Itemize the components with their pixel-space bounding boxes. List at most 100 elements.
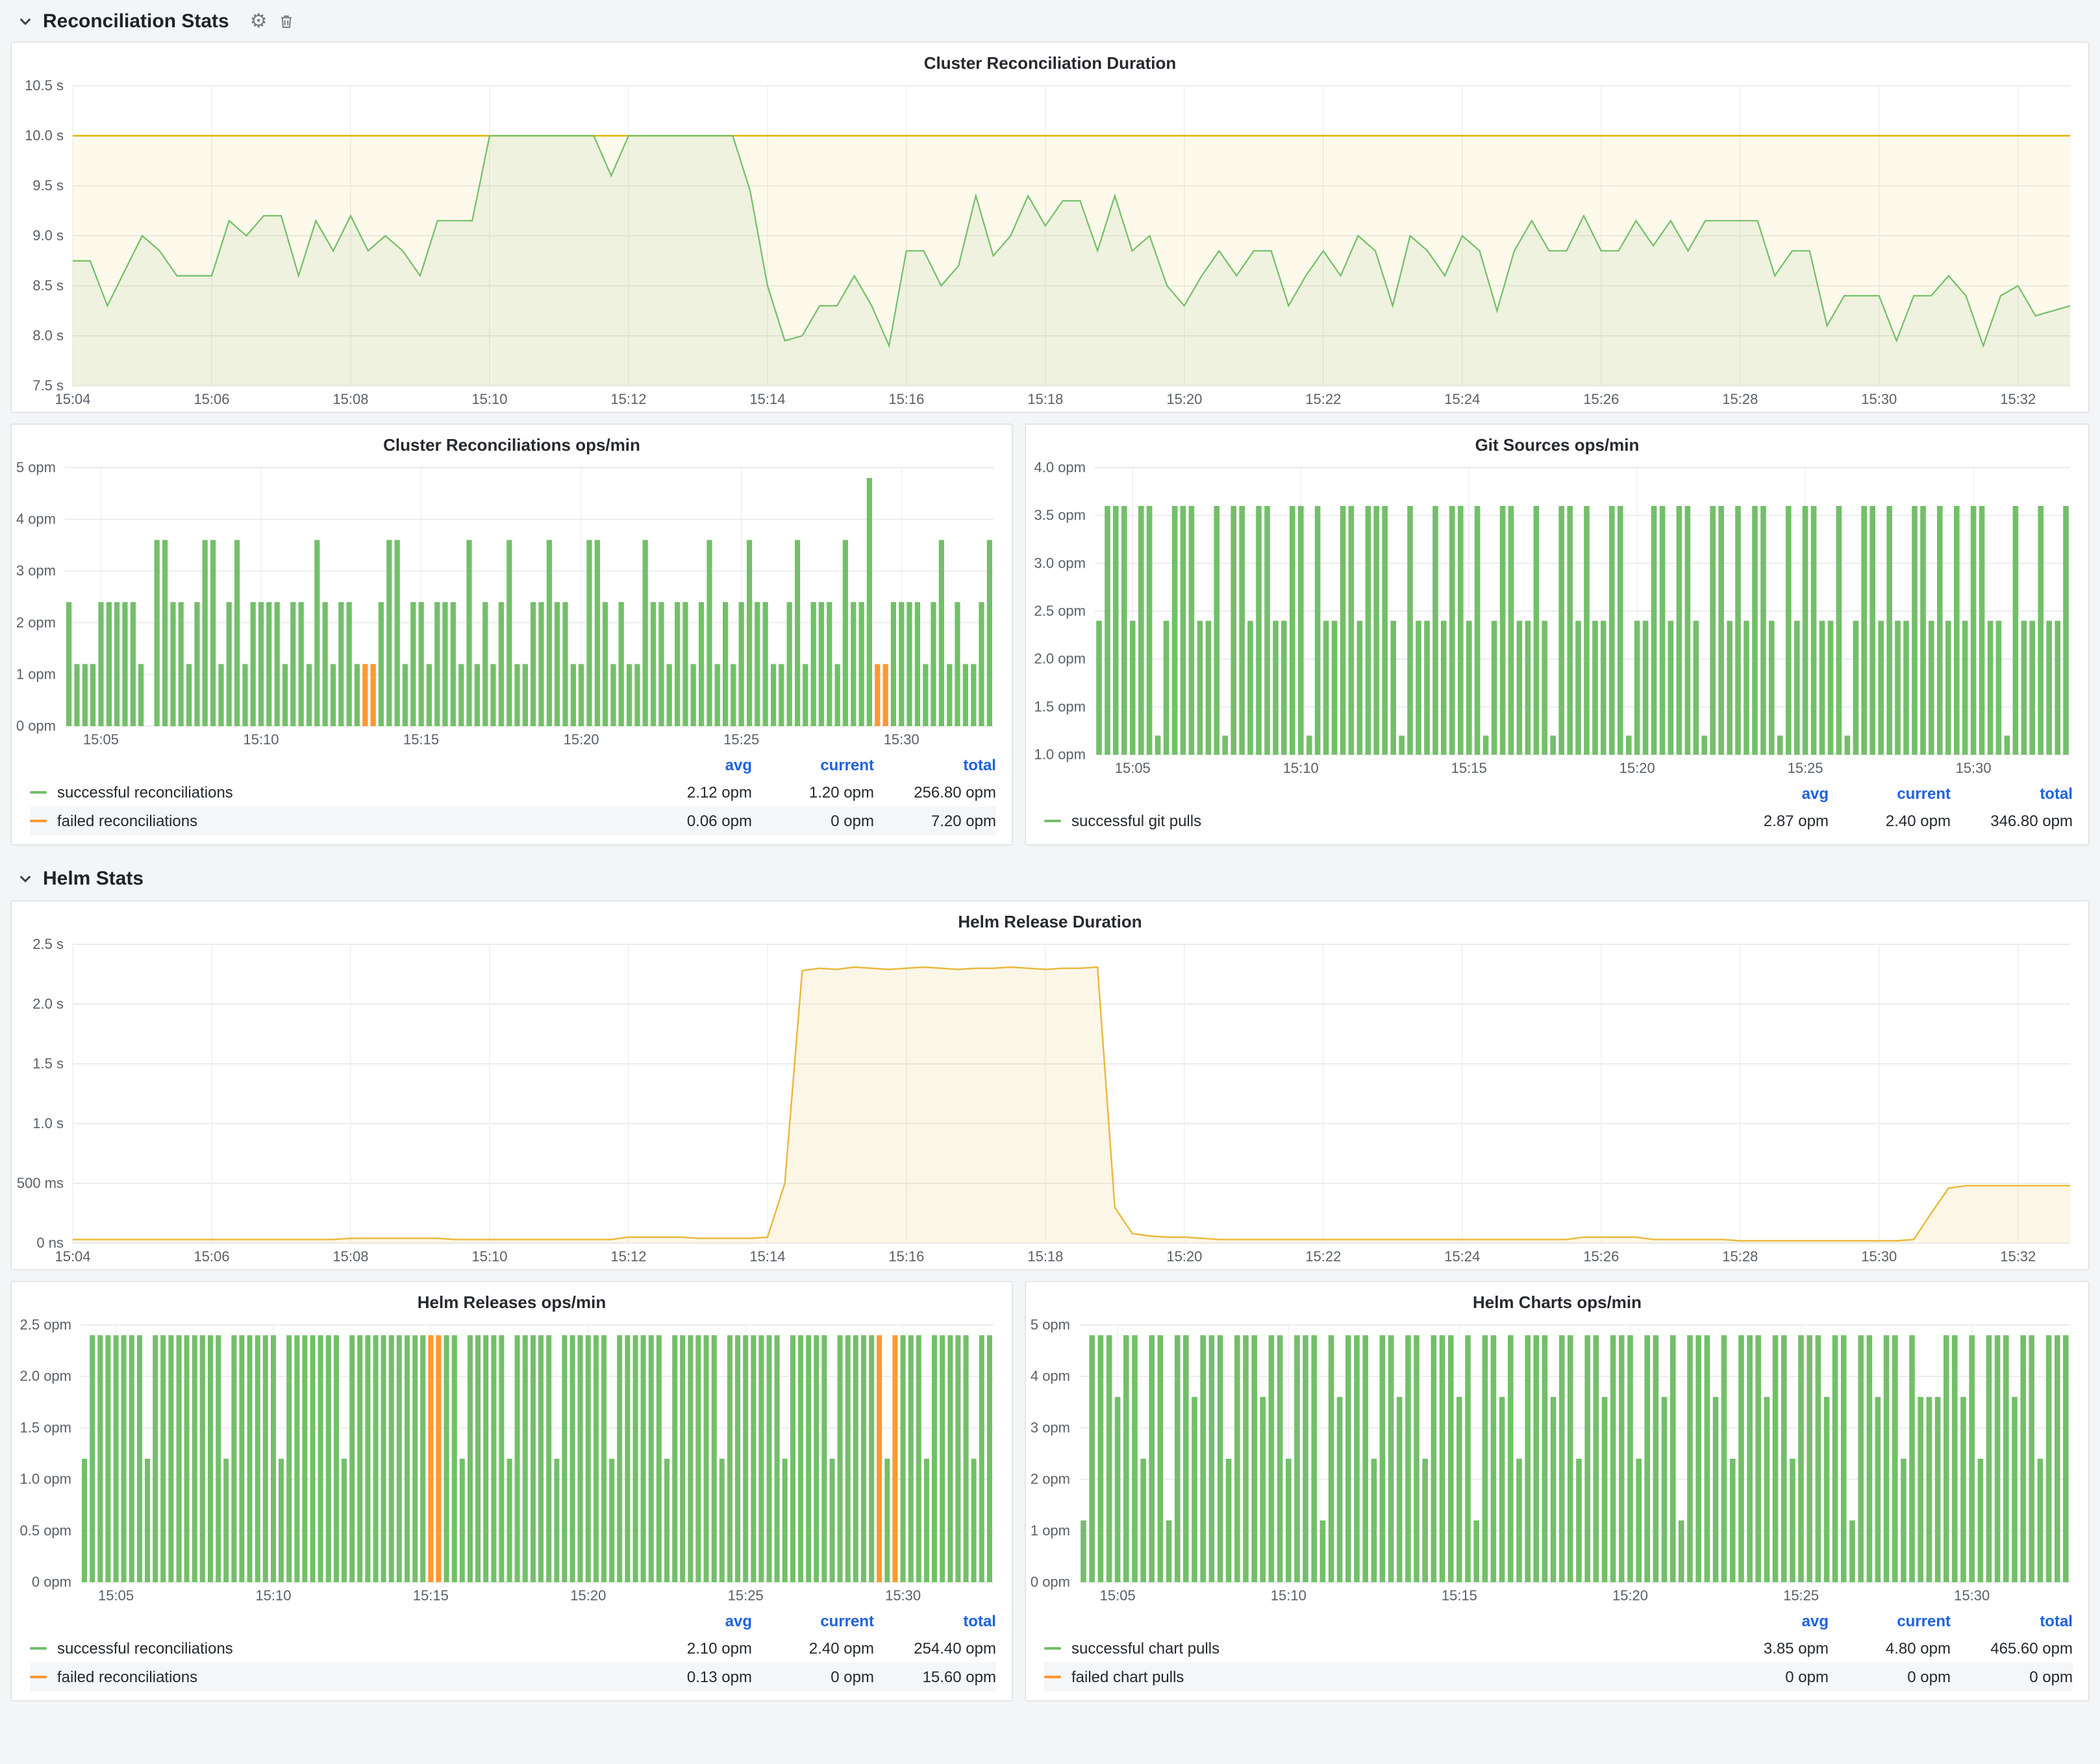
svg-text:500 ms: 500 ms	[17, 1175, 64, 1191]
avg-value: 0 opm	[1706, 1668, 1829, 1686]
total-value: 346.80 opm	[1951, 812, 2073, 830]
svg-text:15:12: 15:12	[610, 391, 646, 407]
svg-text:15:22: 15:22	[1305, 391, 1341, 407]
svg-text:9.0 s: 9.0 s	[32, 227, 64, 244]
series-name[interactable]: successful reconciliations	[57, 783, 233, 801]
legend: avg current total successful reconciliat…	[12, 1608, 1012, 1700]
svg-text:15:25: 15:25	[728, 1587, 764, 1604]
svg-text:15:30: 15:30	[1861, 1248, 1897, 1265]
legend-col-total[interactable]: total	[874, 1612, 996, 1630]
svg-text:15:10: 15:10	[1271, 1587, 1306, 1604]
avg-value: 3.85 opm	[1706, 1639, 1829, 1657]
svg-text:15:24: 15:24	[1444, 1248, 1480, 1265]
svg-text:15:15: 15:15	[1442, 1587, 1477, 1604]
svg-text:15:20: 15:20	[1166, 1248, 1202, 1265]
svg-text:1.0 s: 1.0 s	[32, 1115, 64, 1131]
svg-text:3.5 opm: 3.5 opm	[1034, 507, 1086, 523]
panel-title-cluster-reconciliation-duration[interactable]: Cluster Reconciliation Duration	[12, 43, 2088, 75]
svg-text:15:10: 15:10	[1283, 760, 1319, 776]
series-name[interactable]: failed chart pulls	[1071, 1668, 1184, 1686]
svg-text:15:05: 15:05	[98, 1587, 134, 1604]
svg-text:2.5 opm: 2.5 opm	[20, 1317, 72, 1333]
legend-col-total[interactable]: total	[1951, 785, 2073, 803]
total-value: 7.20 opm	[874, 812, 996, 830]
svg-text:15:14: 15:14	[749, 391, 785, 407]
section-title-helm[interactable]: Helm Stats	[43, 867, 144, 889]
svg-text:15:06: 15:06	[194, 1248, 229, 1265]
series-color-mark	[30, 1647, 47, 1650]
panel-title-helm-releases-opm[interactable]: Helm Releases ops/min	[12, 1282, 1012, 1315]
legend-header: avg current total	[30, 752, 996, 778]
helm-release-duration-chart[interactable]: 0 ns500 ms1.0 s1.5 s2.0 s2.5 s15:0415:06…	[12, 934, 2088, 1269]
cluster-reconciliation-duration-chart[interactable]: 7.5 s8.0 s8.5 s9.0 s9.5 s10.0 s10.5 s15:…	[12, 75, 2088, 412]
svg-text:15:12: 15:12	[610, 1248, 646, 1265]
series-color-mark	[1044, 1676, 1061, 1678]
legend-col-avg[interactable]: avg	[1706, 785, 1829, 803]
panel-git-sources-opm: Git Sources ops/min 1.0 opm1.5 opm2.0 op…	[1025, 423, 2090, 846]
section-helm-stats: Helm Stats	[0, 856, 2100, 900]
svg-text:1 opm: 1 opm	[16, 666, 56, 682]
svg-text:15:04: 15:04	[55, 1248, 90, 1265]
legend-col-current[interactable]: current	[1829, 785, 1951, 803]
series-name[interactable]: failed reconciliations	[57, 1668, 197, 1686]
svg-text:15:20: 15:20	[1619, 760, 1655, 776]
svg-text:15:22: 15:22	[1305, 1248, 1341, 1265]
legend-col-avg[interactable]: avg	[630, 756, 752, 774]
svg-text:15:05: 15:05	[1100, 1587, 1136, 1604]
panel-title-helm-charts-opm[interactable]: Helm Charts ops/min	[1026, 1282, 2088, 1315]
svg-text:5 opm: 5 opm	[1031, 1317, 1070, 1333]
legend-col-avg[interactable]: avg	[1706, 1612, 1829, 1630]
legend-col-current[interactable]: current	[752, 1612, 874, 1630]
legend-header: avg current total	[30, 1608, 996, 1634]
legend-col-total[interactable]: total	[1951, 1612, 2073, 1630]
helm-charts-opm-chart[interactable]: 0 opm1 opm2 opm3 opm4 opm5 opm15:0515:10…	[1026, 1315, 2088, 1608]
gear-icon[interactable]: ⚙	[250, 11, 268, 31]
chevron-down-icon[interactable]	[18, 14, 32, 28]
legend-col-avg[interactable]: avg	[630, 1612, 752, 1630]
series-color-mark	[30, 820, 47, 822]
svg-text:4.0 opm: 4.0 opm	[1034, 459, 1086, 475]
legend-col-current[interactable]: current	[752, 756, 874, 774]
panel-title-git-sources-opm[interactable]: Git Sources ops/min	[1026, 425, 2088, 457]
svg-text:15:18: 15:18	[1027, 391, 1063, 407]
total-value: 15.60 opm	[874, 1668, 996, 1686]
series-name[interactable]: successful reconciliations	[57, 1639, 233, 1657]
svg-text:1 opm: 1 opm	[1031, 1522, 1070, 1539]
svg-text:15:10: 15:10	[243, 731, 279, 748]
current-value: 0 opm	[1829, 1668, 1951, 1686]
svg-text:2.0 opm: 2.0 opm	[1034, 651, 1086, 667]
chevron-down-icon[interactable]	[18, 871, 32, 885]
legend: avg current total successful git pulls 2…	[1026, 781, 2088, 844]
trash-icon[interactable]	[278, 12, 295, 29]
series-color-mark	[1044, 820, 1061, 822]
section-reconciliation-stats: Reconciliation Stats ⚙	[0, 0, 2100, 42]
svg-text:4 opm: 4 opm	[16, 511, 56, 527]
svg-text:15:32: 15:32	[2000, 1248, 2036, 1265]
svg-text:15:16: 15:16	[888, 1248, 924, 1265]
legend-row-failed-reconciliations: failed reconciliations 0.13 opm 0 opm 15…	[30, 1663, 996, 1691]
helm-releases-opm-chart[interactable]: 0 opm0.5 opm1.0 opm1.5 opm2.0 opm2.5 opm…	[12, 1315, 1012, 1608]
svg-text:3 opm: 3 opm	[1031, 1419, 1070, 1435]
svg-text:2.5 opm: 2.5 opm	[1034, 603, 1086, 619]
svg-text:10.5 s: 10.5 s	[25, 77, 64, 94]
svg-text:15:25: 15:25	[1788, 760, 1823, 776]
section-title-reconciliation[interactable]: Reconciliation Stats	[43, 10, 229, 32]
panel-cluster-reconciliation-duration: Cluster Reconciliation Duration 7.5 s8.0…	[10, 42, 2090, 413]
cluster-reconciliations-opm-chart[interactable]: 0 opm1 opm2 opm3 opm4 opm5 opm15:0515:10…	[12, 457, 1012, 752]
series-name[interactable]: failed reconciliations	[57, 812, 197, 830]
total-value: 0 opm	[1951, 1668, 2073, 1686]
panel-helm-release-duration: Helm Release Duration 0 ns500 ms1.0 s1.5…	[10, 900, 2090, 1270]
git-sources-opm-chart[interactable]: 1.0 opm1.5 opm2.0 opm2.5 opm3.0 opm3.5 o…	[1026, 457, 2088, 781]
series-name[interactable]: successful git pulls	[1071, 812, 1201, 830]
panel-title-helm-release-duration[interactable]: Helm Release Duration	[12, 901, 2088, 934]
legend-col-current[interactable]: current	[1829, 1612, 1951, 1630]
legend-row-failed-reconciliations: failed reconciliations 0.06 opm 0 opm 7.…	[30, 807, 996, 835]
svg-text:3.0 opm: 3.0 opm	[1034, 555, 1086, 571]
legend-col-total[interactable]: total	[874, 756, 996, 774]
svg-text:2.0 s: 2.0 s	[32, 996, 64, 1012]
series-name[interactable]: successful chart pulls	[1071, 1639, 1219, 1657]
legend-header: avg current total	[1044, 1608, 2073, 1634]
svg-text:15:10: 15:10	[471, 391, 507, 407]
svg-text:15:20: 15:20	[1166, 391, 1202, 407]
panel-title-cluster-reconciliations-opm[interactable]: Cluster Reconciliations ops/min	[12, 425, 1012, 457]
